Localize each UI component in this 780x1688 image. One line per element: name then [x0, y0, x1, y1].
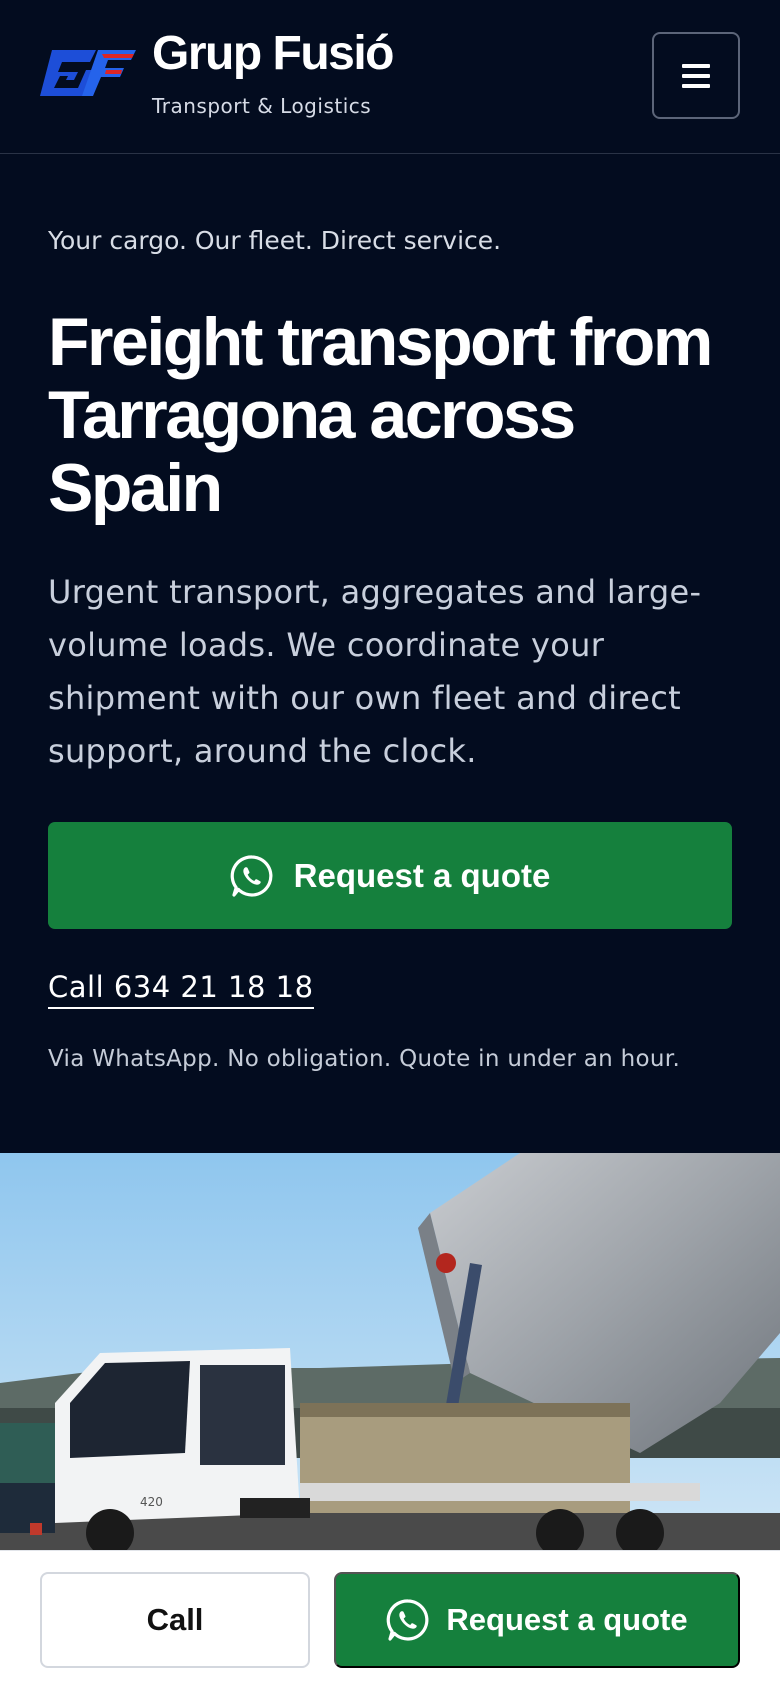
hamburger-menu-icon: [682, 63, 710, 88]
menu-button[interactable]: [652, 32, 740, 119]
hero-description: Urgent transport, aggregates and large-v…: [48, 573, 702, 770]
hero-eyebrow: Your cargo. Our fleet. Direct service.: [48, 226, 502, 255]
call-phone-link[interactable]: Call 634 21 18 18: [48, 970, 314, 1009]
bar-request-quote-button[interactable]: Request a quote: [334, 1572, 740, 1668]
gf-logo-icon: [40, 50, 136, 96]
whatsapp-icon: [387, 1599, 429, 1641]
call-button[interactable]: Call: [40, 1572, 310, 1668]
brand-logo[interactable]: [38, 44, 138, 100]
cab-model-label: 420: [140, 1495, 163, 1509]
whatsapp-icon: [230, 854, 273, 897]
quote-note: Via WhatsApp. No obligation. Quote in un…: [48, 1046, 681, 1072]
request-quote-button[interactable]: Request a quote: [48, 822, 732, 929]
hero-title: Freight transport from Tarragona across …: [48, 304, 713, 526]
sticky-action-bar: Call Request a quote: [0, 1550, 780, 1688]
brand-name[interactable]: Grup Fusió: [152, 26, 394, 81]
brand-tagline: Transport & Logistics: [152, 94, 372, 118]
site-header: Grup Fusió Transport & Logistics: [0, 0, 780, 154]
bar-request-quote-label: Request a quote: [446, 1602, 688, 1637]
request-quote-label: Request a quote: [293, 856, 551, 894]
truck-photo: 420: [0, 1153, 780, 1550]
